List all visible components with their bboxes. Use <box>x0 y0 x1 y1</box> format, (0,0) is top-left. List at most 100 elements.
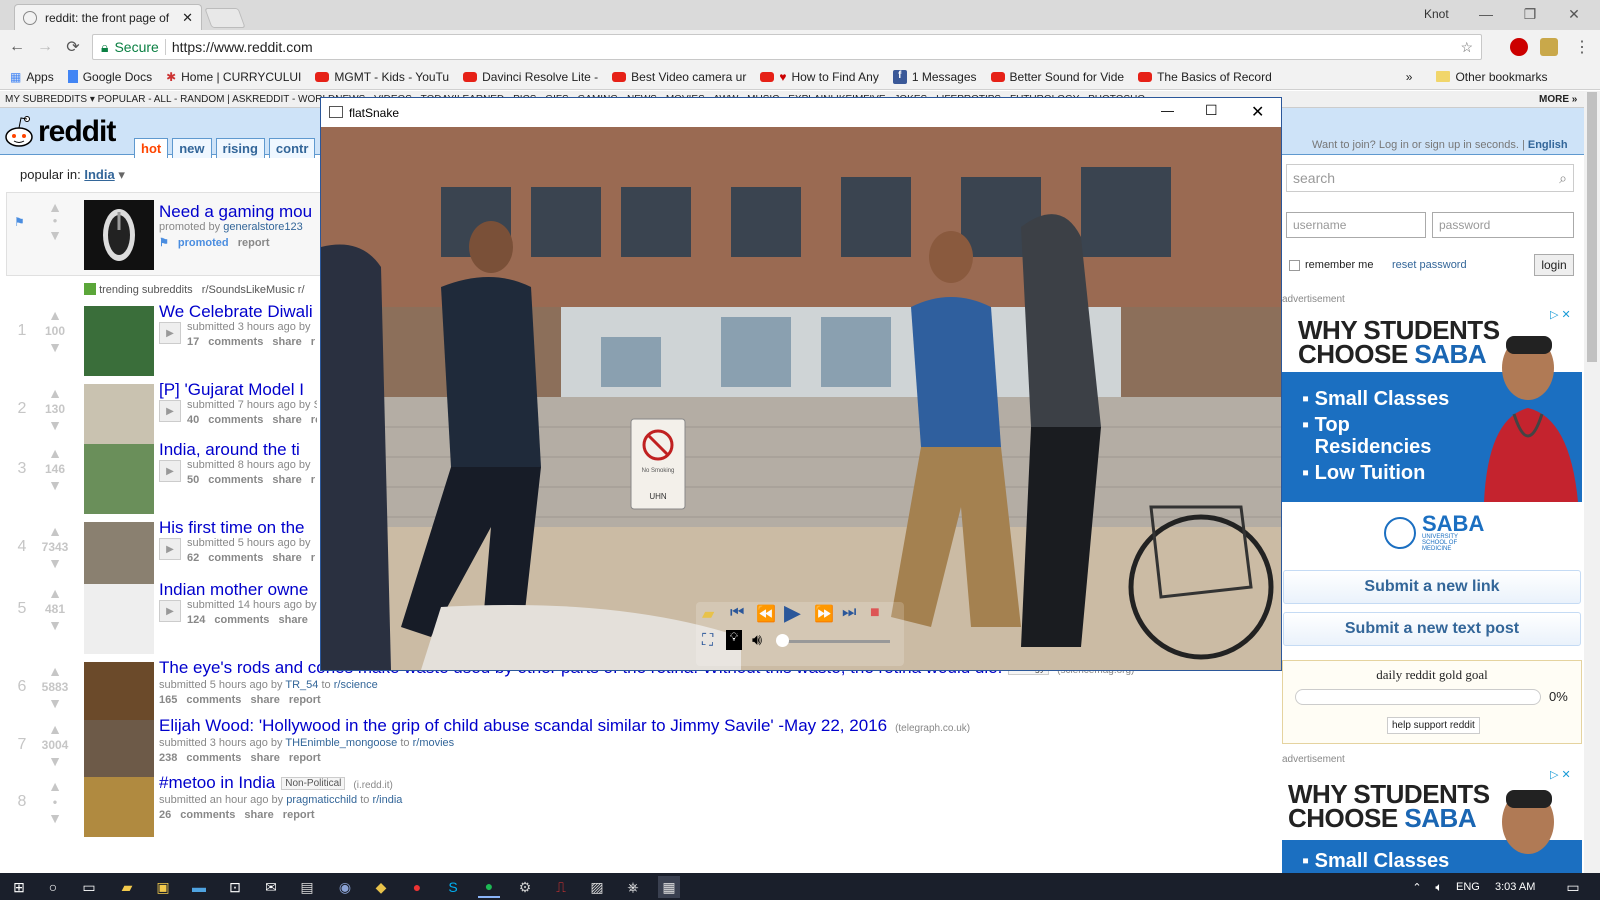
address-bar[interactable]: 🔒︎ Secure https://www.reddit.com ☆ <box>92 34 1482 60</box>
downvote-icon[interactable]: ▼ <box>38 418 72 432</box>
post-subreddit[interactable]: r/science <box>334 679 378 691</box>
upvote-icon[interactable]: ▲ <box>38 308 72 322</box>
player-maximize-icon[interactable]: ☐ <box>1205 102 1218 119</box>
comments-link[interactable]: 124 comments <box>187 614 269 626</box>
bookmarks-overflow[interactable]: » <box>1406 70 1413 84</box>
comments-link[interactable]: 62 comments <box>187 552 263 564</box>
reset-password-link[interactable]: reset password <box>1392 259 1467 271</box>
language-link[interactable]: English <box>1528 139 1568 151</box>
previous-icon[interactable]: ⏮ <box>730 604 744 622</box>
search-icon[interactable]: ⌕ <box>1559 170 1567 187</box>
clock[interactable]: 3:03 AM <box>1495 881 1535 893</box>
tab-hot[interactable]: hot <box>134 138 169 158</box>
seek-bar[interactable] <box>780 640 890 643</box>
share-link[interactable]: share <box>251 752 280 764</box>
post-flair[interactable]: Non-Political <box>281 777 346 790</box>
mail-icon[interactable]: ✉ <box>260 876 282 898</box>
bookmark-better-sound[interactable]: Better Sound for Vide <box>990 70 1124 84</box>
comments-link[interactable]: 17 comments <box>187 336 263 348</box>
post-thumbnail[interactable] <box>84 444 154 514</box>
app-icon[interactable]: ▣ <box>152 876 174 898</box>
post-title[interactable]: [P] 'Gujarat Model I <box>159 380 304 400</box>
comments-link[interactable]: 40 comments <box>187 414 263 426</box>
rewind-icon[interactable]: ⏪ <box>756 604 776 624</box>
downvote-icon[interactable]: ▼ <box>38 696 72 710</box>
steam-icon[interactable]: ⚙ <box>514 876 536 898</box>
downvote-icon[interactable]: ▼ <box>38 556 72 570</box>
comments-link[interactable]: 238 comments <box>159 752 241 764</box>
downvote-icon[interactable]: ▼ <box>38 618 72 632</box>
fullscreen-icon[interactable]: ⛶ <box>702 632 713 650</box>
comments-link[interactable]: 50 comments <box>187 474 263 486</box>
share-link[interactable]: share <box>251 694 280 706</box>
bookmark-find-any[interactable]: ♥ How to Find Any <box>760 70 879 84</box>
upvote-icon[interactable]: ▲ <box>38 446 72 460</box>
player-close-icon[interactable]: ✕ <box>1251 102 1264 122</box>
restore-icon[interactable]: ❐ <box>1508 0 1552 28</box>
app-icon[interactable]: ◉ <box>334 876 356 898</box>
search-input[interactable]: search ⌕ <box>1286 164 1574 192</box>
lightbulb-icon[interactable]: 💡︎ <box>726 630 742 650</box>
tab-controversial[interactable]: contr <box>268 138 316 158</box>
post-subreddit[interactable]: r/movies <box>413 737 455 749</box>
report-link[interactable]: report <box>283 809 315 821</box>
skype-icon[interactable]: S <box>442 876 464 898</box>
more-link[interactable]: MORE » <box>1539 94 1577 105</box>
extension-icon[interactable] <box>1540 38 1558 56</box>
submit-text-button[interactable]: Submit a new text post <box>1283 612 1581 646</box>
start-icon[interactable]: ⊞ <box>8 876 30 898</box>
spotify-icon[interactable]: ● <box>478 876 500 898</box>
flatsnake-taskbar-icon[interactable]: ▦ <box>658 876 680 898</box>
comments-link[interactable]: 26 comments <box>159 809 235 821</box>
password-field[interactable]: password <box>1432 212 1574 238</box>
post-title[interactable]: #metoo in India Non-Political (i.redd.it) <box>159 773 393 793</box>
computer-icon[interactable]: ▬ <box>188 876 210 898</box>
comments-link[interactable]: 165 comments <box>159 694 241 706</box>
report-link[interactable]: repor <box>311 414 317 426</box>
expando-play-icon[interactable]: ▶ <box>159 460 181 482</box>
acrobat-icon[interactable]: ⎍ <box>550 876 572 898</box>
close-tab-icon[interactable]: ✕ <box>182 10 193 26</box>
popular-region[interactable]: popular in: India ▾ <box>20 167 125 183</box>
open-folder-icon[interactable]: ▰ <box>702 604 714 624</box>
expando-play-icon[interactable]: ▶ <box>159 600 181 622</box>
upvote-icon[interactable]: ▲ <box>38 524 72 538</box>
post-author[interactable]: pragmaticchild <box>286 794 357 806</box>
share-link[interactable]: share <box>272 414 301 426</box>
bookmark-mgmt[interactable]: MGMT - Kids - YouTu <box>315 70 449 84</box>
scrollbar-thumb[interactable] <box>1587 92 1597 362</box>
bookmark-curryculum[interactable]: ✱ Home | CURRYCULUI <box>166 70 301 84</box>
player-minimize-icon[interactable]: — <box>1161 103 1174 118</box>
tray-chevron-icon[interactable]: ⌃ <box>1406 876 1428 898</box>
profile-label[interactable]: Knot <box>1424 7 1449 21</box>
post-title[interactable]: Indian mother owne <box>159 580 308 600</box>
upvote-icon[interactable]: ▲ <box>38 664 72 678</box>
username-field[interactable]: username <box>1286 212 1426 238</box>
post-domain[interactable]: (i.redd.it) <box>353 780 392 791</box>
upvote-icon[interactable]: ▲ <box>38 386 72 400</box>
post-thumbnail[interactable] <box>84 662 154 722</box>
tab-new[interactable]: new <box>172 138 212 158</box>
post-thumbnail[interactable] <box>84 777 154 837</box>
app-icon[interactable]: ⎈ <box>622 876 644 898</box>
post-author[interactable]: TR_54 <box>285 679 318 691</box>
language-indicator[interactable]: ENG <box>1456 881 1480 893</box>
back-icon[interactable]: ← <box>6 36 28 58</box>
share-link[interactable]: share <box>272 552 301 564</box>
close-window-icon[interactable]: ✕ <box>1552 0 1596 28</box>
upvote-icon[interactable]: ▲ <box>38 722 72 736</box>
downvote-icon[interactable]: ▼ <box>38 340 72 354</box>
adblock-extension-icon[interactable] <box>1510 38 1528 56</box>
video-frame[interactable]: No Smoking UHN <box>321 127 1281 670</box>
expando-play-icon[interactable]: ▶ <box>159 538 181 560</box>
minimize-icon[interactable]: — <box>1464 0 1508 28</box>
bookmark-google-docs[interactable]: Google Docs <box>67 70 152 84</box>
tab-rising[interactable]: rising <box>215 138 265 158</box>
saba-ad[interactable]: ▷ ✕ WHY STUDENTS CHOOSE SABA ▪ Small Clas… <box>1282 306 1582 556</box>
post-domain[interactable]: (telegraph.co.uk) <box>895 723 970 734</box>
post-title[interactable]: Elijah Wood: 'Hollywood in the grip of c… <box>159 716 970 736</box>
play-icon[interactable]: ▶ <box>784 600 801 626</box>
notes-icon[interactable]: ▤ <box>296 876 318 898</box>
star-icon[interactable]: ☆ <box>1460 39 1473 56</box>
volume-icon[interactable]: 🔊︎ <box>752 632 762 650</box>
